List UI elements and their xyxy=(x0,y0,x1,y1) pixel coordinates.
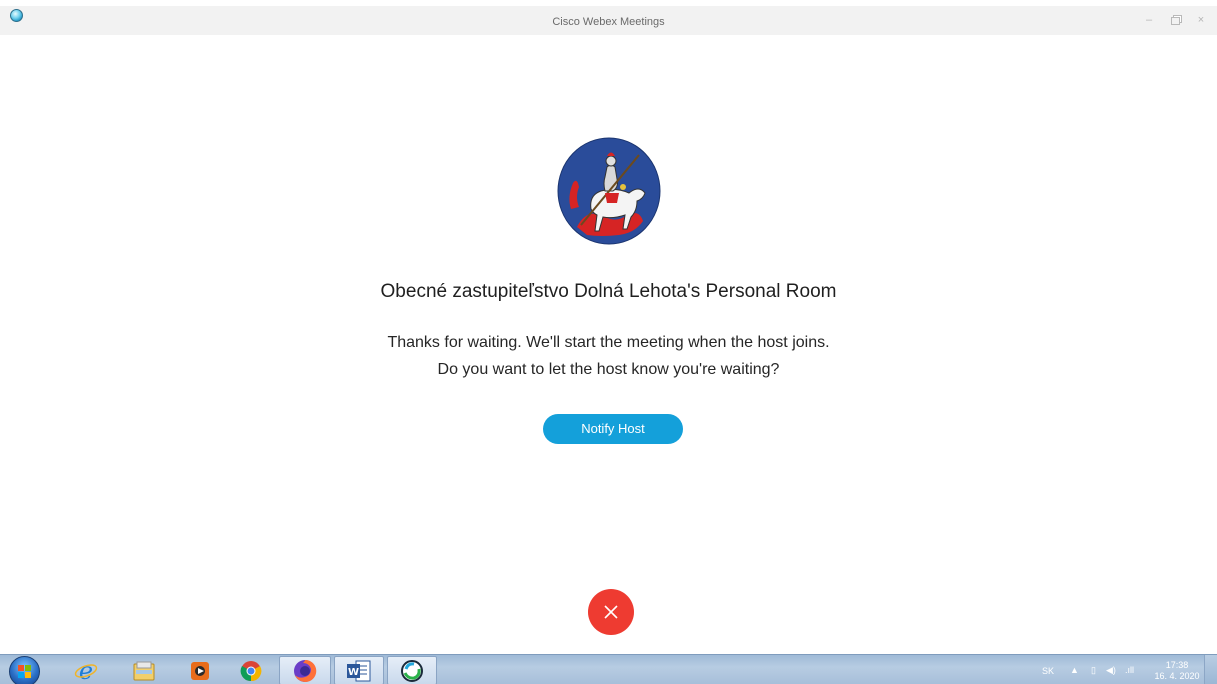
coat-of-arms-logo xyxy=(557,137,661,245)
room-title: Obecné zastupiteľstvo Dolná Lehota's Per… xyxy=(380,281,837,302)
firefox-icon xyxy=(294,659,317,682)
show-desktop-button[interactable] xyxy=(1204,655,1217,684)
webex-icon xyxy=(401,659,423,682)
word-icon: W xyxy=(347,660,371,681)
minimize-button[interactable]: – xyxy=(1143,14,1155,26)
window-controls: – × xyxy=(1143,14,1207,26)
show-hidden-icons-icon[interactable]: ▲ xyxy=(1070,665,1079,675)
internet-explorer-icon: e xyxy=(74,659,98,683)
clock[interactable]: 17:38 16. 4. 2020 xyxy=(1153,660,1201,682)
windows-start-icon xyxy=(18,665,31,678)
title-bar: Cisco Webex Meetings – × xyxy=(0,6,1217,35)
file-explorer-icon xyxy=(133,661,155,680)
clock-date: 16. 4. 2020 xyxy=(1154,671,1200,681)
close-window-button[interactable]: × xyxy=(1195,14,1207,26)
battery-icon[interactable]: ▯ xyxy=(1091,665,1096,676)
svg-text:e: e xyxy=(79,659,93,683)
screen: Cisco Webex Meetings – × Obecné zastupit… xyxy=(0,0,1217,684)
taskbar-item-firefox[interactable] xyxy=(279,656,331,684)
taskbar-item-media-player[interactable] xyxy=(180,656,220,684)
waiting-message-line2: Do you want to let the host know you're … xyxy=(437,361,780,378)
taskbar-item-internet-explorer[interactable]: e xyxy=(66,656,106,684)
network-signal-icon[interactable]: .ıll xyxy=(1125,665,1134,675)
waiting-message-line1: Thanks for waiting. We'll start the meet… xyxy=(387,334,830,351)
system-tray: SK ▲ ▯ ◀) .ıll 17:38 16. 4. 2020 xyxy=(1007,655,1217,684)
language-indicator[interactable]: SK xyxy=(1042,666,1054,676)
volume-icon[interactable]: ◀) xyxy=(1106,665,1116,676)
leave-meeting-button[interactable] xyxy=(588,589,634,635)
close-icon xyxy=(604,605,618,619)
media-player-icon xyxy=(191,661,209,680)
taskbar-item-chrome[interactable] xyxy=(231,656,271,684)
taskbar-item-word[interactable]: W xyxy=(334,656,384,684)
restore-button[interactable] xyxy=(1169,14,1181,26)
chrome-icon xyxy=(240,660,262,681)
svg-text:W: W xyxy=(348,667,359,678)
clock-time: 17:38 xyxy=(1165,660,1189,670)
taskbar-item-file-explorer[interactable] xyxy=(124,656,164,684)
waiting-message: Thanks for waiting. We'll start the meet… xyxy=(0,329,1217,383)
notify-host-button[interactable]: Notify Host xyxy=(543,414,683,444)
taskbar-item-webex[interactable] xyxy=(387,656,437,684)
taskbar: e W SK ▲ ▯ ◀) .ıll 17:38 16. 4. 2020 xyxy=(0,654,1217,684)
windows-start-button[interactable] xyxy=(9,656,40,684)
window-title: Cisco Webex Meetings xyxy=(552,16,665,28)
